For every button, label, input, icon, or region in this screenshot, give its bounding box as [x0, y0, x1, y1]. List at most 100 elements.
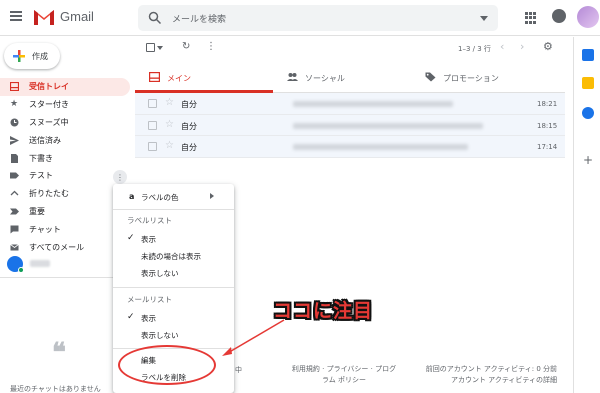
menu-item-label: ラベルの色: [141, 193, 179, 202]
menu-item-label: 表示しない: [141, 331, 179, 340]
star-icon[interactable]: ☆: [165, 140, 174, 151]
submenu-arrow-icon: [210, 193, 214, 199]
online-status-icon: [18, 267, 24, 273]
keep-icon[interactable]: [582, 77, 594, 89]
sidebar-item-label: テスト: [29, 171, 53, 181]
tab-promotions[interactable]: プロモーション: [411, 63, 549, 93]
menu-item-label: 表示: [141, 235, 156, 244]
gear-icon[interactable]: ⚙: [543, 40, 553, 53]
sidebar-nav: 受信トレイ ★ スター付き スヌーズ中 送信済み 下書き テスト 折りたたむ 重…: [0, 78, 130, 256]
tab-label: ソーシャル: [305, 74, 345, 83]
plus-icon: [13, 50, 25, 62]
brand-name: Gmail: [60, 9, 94, 24]
email-time: 17:14: [537, 143, 558, 151]
mail-icon: [10, 243, 19, 251]
sidebar-item-sent[interactable]: 送信済み: [0, 131, 130, 149]
more-options-icon[interactable]: ⋮: [206, 41, 216, 52]
email-sender: 自分: [181, 121, 197, 131]
sidebar-item-label: スター付き: [29, 100, 69, 110]
quote-icon: ❝: [52, 338, 66, 368]
row-checkbox[interactable]: [148, 120, 157, 130]
footer-activity: 前回のアカウント アクティビティ: 0 分前 アカウント アクティビティの詳細: [425, 364, 557, 386]
sidebar-item-inbox[interactable]: 受信トレイ: [0, 78, 130, 96]
sidebar-item-label: 下書き: [29, 153, 53, 163]
notifications-icon[interactable]: [552, 9, 566, 23]
chevron-right-icon[interactable]: ›: [520, 40, 524, 53]
search-options-icon[interactable]: [480, 16, 488, 21]
menu-item-label-color[interactable]: a ラベルの色: [113, 189, 234, 205]
select-all-checkbox[interactable]: [146, 43, 155, 52]
sidebar-item-label: 受信トレイ: [29, 82, 69, 92]
refresh-icon[interactable]: ↻: [182, 41, 190, 52]
sidebar-item-label: スヌーズ中: [29, 117, 69, 127]
clock-icon: [10, 118, 19, 127]
no-chat-text: 最近のチャットはありません: [10, 385, 101, 393]
email-subject-redacted: [293, 122, 483, 129]
tab-label: プロモーション: [443, 74, 499, 83]
draft-icon: [11, 153, 18, 163]
email-row[interactable]: ☆ 自分 17:14: [135, 136, 565, 158]
sidebar-item-important[interactable]: 重要: [0, 203, 130, 221]
star-icon[interactable]: ☆: [165, 97, 174, 108]
sidebar-item-snoozed[interactable]: スヌーズ中: [0, 114, 130, 132]
activity-details-link[interactable]: アカウント アクティビティの詳細: [425, 375, 557, 386]
menu-item-label-list-show-if-unread[interactable]: 未読の場合は表示: [113, 248, 234, 264]
tab-primary[interactable]: メイン: [135, 63, 273, 93]
menu-divider: [113, 209, 234, 210]
sidebar-item-collapse[interactable]: 折りたたむ: [0, 185, 130, 203]
tasks-icon[interactable]: [582, 107, 594, 119]
people-icon: [287, 73, 298, 81]
select-options-icon[interactable]: [157, 46, 163, 50]
email-subject-redacted: [293, 144, 468, 150]
menu-item-mail-list-show[interactable]: ✓ 表示: [113, 310, 234, 326]
email-row[interactable]: ☆ 自分 18:21: [135, 93, 565, 115]
chevron-up-icon: [10, 190, 19, 196]
storage-text: 中: [235, 366, 242, 374]
inbox-icon: [149, 72, 160, 82]
category-tabs: メイン ソーシャル プロモーション: [135, 63, 565, 93]
mail-toolbar: ↻ ⋮ 1–3 / 3 行 ‹ › ⚙: [140, 37, 565, 59]
menu-item-label-list-show[interactable]: ✓ 表示: [113, 231, 234, 247]
account-avatar[interactable]: [577, 6, 599, 28]
sidebar-item-starred[interactable]: ★ スター付き: [0, 96, 130, 114]
chevron-left-icon[interactable]: ‹: [500, 40, 504, 53]
star-icon[interactable]: ☆: [165, 119, 174, 130]
email-time: 18:21: [537, 100, 558, 108]
email-row[interactable]: ☆ 自分 18:15: [135, 114, 565, 136]
compose-button[interactable]: 作成: [4, 43, 60, 69]
main-menu-icon[interactable]: [8, 9, 24, 25]
row-checkbox[interactable]: [148, 142, 157, 151]
tab-social[interactable]: ソーシャル: [273, 63, 411, 93]
gmail-logo-icon[interactable]: [33, 7, 55, 27]
sidebar-item-test-label[interactable]: テスト: [0, 167, 130, 185]
email-sender: 自分: [181, 100, 197, 109]
search-icon[interactable]: [148, 11, 162, 25]
send-icon: [10, 135, 19, 145]
side-panel: +: [573, 37, 600, 393]
email-time: 18:15: [537, 121, 558, 130]
sidebar-item-drafts[interactable]: 下書き: [0, 149, 130, 167]
menu-heading-mail-list: メールリスト: [127, 295, 172, 304]
highlight-ellipse: [118, 345, 216, 385]
calendar-icon[interactable]: [582, 49, 594, 61]
inbox-icon: [10, 82, 19, 92]
tag-icon: [425, 72, 436, 82]
last-activity-text: 前回のアカウント アクティビティ: 0 分前: [425, 365, 557, 373]
compose-label: 作成: [32, 52, 48, 61]
label-options-icon[interactable]: ⋮: [113, 170, 127, 184]
add-addon-icon[interactable]: +: [583, 153, 593, 167]
email-list: ☆ 自分 18:21 ☆ 自分 18:15 ☆ 自分 17:14: [135, 93, 565, 158]
sidebar-item-label: 送信済み: [29, 135, 61, 145]
tab-label: メイン: [167, 74, 191, 83]
user-name-redacted: [30, 260, 50, 267]
sidebar-item-chats[interactable]: チャット: [0, 220, 130, 238]
row-checkbox[interactable]: [148, 99, 157, 108]
search-input[interactable]: メールを検索: [138, 5, 498, 31]
sidebar-item-label: 重要: [29, 206, 45, 216]
footer-links[interactable]: 利用規約 · プライバシー · プログラム ポリシー: [289, 364, 399, 386]
menu-heading-label-list: ラベルリスト: [127, 216, 172, 225]
menu-item-label-list-hide[interactable]: 表示しない: [113, 265, 234, 281]
apps-grid-icon[interactable]: [525, 12, 537, 24]
menu-item-mail-list-hide[interactable]: 表示しない: [113, 327, 234, 343]
hangouts-user[interactable]: [0, 252, 130, 276]
